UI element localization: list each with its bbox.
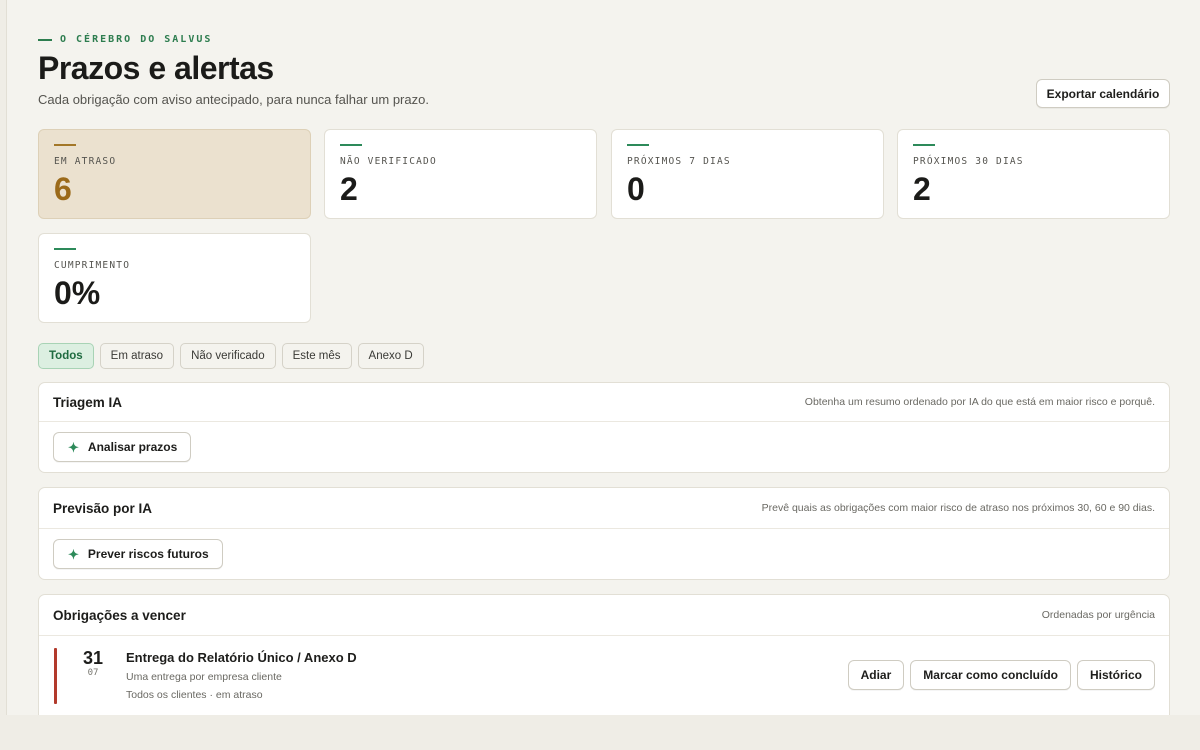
stat-label: PRÓXIMOS 7 DIAS — [627, 156, 731, 167]
stat-label: CUMPRIMENTO — [54, 260, 131, 271]
postpone-button[interactable]: Adiar — [847, 660, 905, 690]
overdue-indicator — [54, 648, 57, 704]
sparkle-icon: ✦ — [68, 439, 79, 455]
stat-label: NÃO VERIFICADO — [340, 156, 437, 167]
panel-description: Obtenha um resumo ordenado por IA do que… — [804, 396, 1155, 408]
filter-all[interactable]: Todos — [38, 343, 94, 369]
stat-value: 2 — [913, 171, 931, 207]
obligation-subtitle: Uma entrega por empresa cliente — [126, 671, 282, 683]
panel-description: Prevê quais as obrigações com maior risc… — [761, 502, 1155, 514]
stat-value: 2 — [340, 171, 358, 207]
export-calendar-button[interactable]: Exportar calendário — [1036, 79, 1170, 108]
obligation-row[interactable]: 31 07 Entrega do Relatório Único / Anexo… — [39, 636, 1169, 715]
due-day: 31 — [82, 648, 104, 668]
sparkle-icon: ✦ — [68, 546, 79, 562]
stat-card-next-30-days[interactable]: PRÓXIMOS 30 DIAS 2 — [897, 129, 1170, 219]
stat-accent-bar — [54, 248, 76, 250]
page-subtitle: Cada obrigação com aviso antecipado, par… — [38, 92, 429, 107]
panel-body: ✦ Prever riscos futuros — [39, 529, 1169, 579]
predict-future-risks-button[interactable]: ✦ Prever riscos futuros — [53, 539, 223, 569]
stat-accent-bar — [913, 144, 935, 146]
obligation-meta: Todos os clientes · em atraso — [126, 689, 263, 701]
ai-forecast-panel: Previsão por IA Prevê quais as obrigaçõe… — [38, 487, 1170, 580]
panel-body: ✦ Analisar prazos — [39, 422, 1169, 472]
filter-bar: Todos Em atraso Não verificado Este mês … — [38, 343, 424, 369]
stat-label: PRÓXIMOS 30 DIAS — [913, 156, 1024, 167]
filter-overdue[interactable]: Em atraso — [99, 343, 175, 369]
stat-value: 6 — [54, 171, 72, 207]
stat-card-compliance[interactable]: CUMPRIMENTO 0% — [38, 233, 311, 323]
stat-card-overdue[interactable]: EM ATRASO 6 — [38, 129, 311, 219]
mark-complete-button[interactable]: Marcar como concluído — [910, 660, 1071, 690]
panel-header: Triagem IA Obtenha um resumo ordenado po… — [39, 383, 1169, 422]
eyebrow-dash — [38, 38, 52, 41]
eyebrow: O CÉREBRO DO SALVUS — [38, 34, 212, 45]
stat-accent-bar — [627, 144, 649, 146]
obligation-actions: Adiar Marcar como concluído Histórico — [847, 660, 1155, 690]
filter-unverified[interactable]: Não verificado — [180, 343, 276, 369]
panel-title: Previsão por IA — [53, 500, 153, 516]
button-label: Analisar prazos — [87, 440, 178, 454]
main-page: O CÉREBRO DO SALVUS Prazos e alertas Cad… — [6, 0, 1200, 715]
page-title: Prazos e alertas — [38, 50, 274, 86]
ai-triage-panel: Triagem IA Obtenha um resumo ordenado po… — [38, 382, 1170, 473]
stat-value: 0 — [627, 171, 645, 207]
panel-description: Ordenadas por urgência — [1041, 609, 1155, 621]
obligation-title: Entrega do Relatório Único / Anexo D — [126, 650, 357, 665]
button-label: Prever riscos futuros — [87, 547, 209, 561]
stat-card-unverified[interactable]: NÃO VERIFICADO 2 — [324, 129, 597, 219]
stat-accent-bar — [340, 144, 362, 146]
eyebrow-text: O CÉREBRO DO SALVUS — [60, 34, 213, 45]
analyze-deadlines-button[interactable]: ✦ Analisar prazos — [53, 432, 192, 462]
due-month: 07 — [87, 668, 99, 678]
filter-annex-d[interactable]: Anexo D — [357, 343, 424, 369]
panel-header: Previsão por IA Prevê quais as obrigaçõe… — [39, 488, 1169, 529]
filter-this-month[interactable]: Este mês — [281, 343, 352, 369]
panel-title: Triagem IA — [53, 394, 123, 410]
panel-title: Obrigações a vencer — [53, 607, 186, 623]
stat-value: 0% — [54, 275, 101, 311]
stat-label: EM ATRASO — [54, 156, 117, 167]
stat-accent-bar — [54, 144, 76, 146]
history-button[interactable]: Histórico — [1076, 660, 1155, 690]
obligations-panel: Obrigações a vencer Ordenadas por urgênc… — [38, 594, 1170, 715]
panel-header: Obrigações a vencer Ordenadas por urgênc… — [39, 595, 1169, 636]
stat-card-next-7-days[interactable]: PRÓXIMOS 7 DIAS 0 — [611, 129, 884, 219]
